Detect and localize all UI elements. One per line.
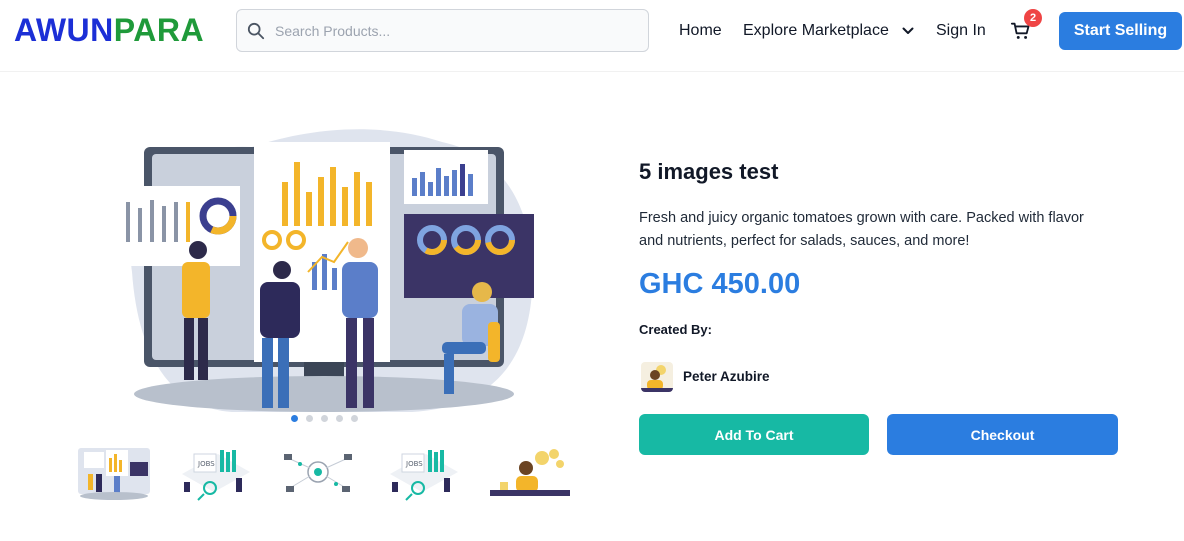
thumbnail-jobs-board-2[interactable]: JOBS bbox=[382, 444, 462, 502]
search-input[interactable] bbox=[275, 10, 635, 51]
add-to-cart-button[interactable]: Add To Cart bbox=[639, 414, 869, 455]
chevron-down-icon[interactable] bbox=[902, 26, 914, 36]
thumbnail-person-ideas[interactable] bbox=[490, 444, 570, 502]
created-by-label: Created By: bbox=[639, 322, 712, 337]
checkout-button[interactable]: Checkout bbox=[887, 414, 1118, 455]
svg-text:JOBS: JOBS bbox=[405, 460, 423, 468]
nav-sign-in[interactable]: Sign In bbox=[936, 22, 986, 40]
svg-text:JOBS: JOBS bbox=[197, 460, 215, 468]
thumbnail-jobs-board[interactable]: JOBS bbox=[174, 444, 254, 502]
logo-part-1: AWUN bbox=[14, 12, 114, 48]
cart-count-badge: 2 bbox=[1024, 9, 1042, 27]
start-selling-button[interactable]: Start Selling bbox=[1059, 12, 1182, 50]
product-price: GHC 450.00 bbox=[639, 268, 801, 300]
carousel-dot[interactable] bbox=[336, 415, 343, 422]
thumbnail-network-diagram[interactable] bbox=[278, 444, 358, 502]
carousel-dot[interactable] bbox=[291, 415, 298, 422]
product-description: Fresh and juicy organic tomatoes grown w… bbox=[639, 210, 1084, 249]
logo-part-2: PARA bbox=[113, 12, 205, 48]
creator-avatar[interactable] bbox=[641, 362, 673, 392]
carousel-dots bbox=[289, 415, 369, 425]
nav-explore-marketplace[interactable]: Explore Marketplace bbox=[743, 22, 889, 40]
logo[interactable]: AWUNPARA bbox=[14, 12, 204, 49]
product-image-main bbox=[116, 129, 534, 412]
creator-name[interactable]: Peter Azubire bbox=[683, 369, 770, 384]
thumbnail-analytics-team[interactable] bbox=[74, 444, 154, 502]
search-icon bbox=[247, 22, 265, 40]
nav-home[interactable]: Home bbox=[679, 22, 722, 40]
header: AWUNPARA Home Explore Marketplace Sign I… bbox=[0, 0, 1184, 72]
product-title: 5 images test bbox=[639, 159, 779, 184]
carousel-dot[interactable] bbox=[351, 415, 358, 422]
carousel-dot[interactable] bbox=[321, 415, 328, 422]
search-bar bbox=[236, 9, 649, 52]
carousel-dot[interactable] bbox=[306, 415, 313, 422]
